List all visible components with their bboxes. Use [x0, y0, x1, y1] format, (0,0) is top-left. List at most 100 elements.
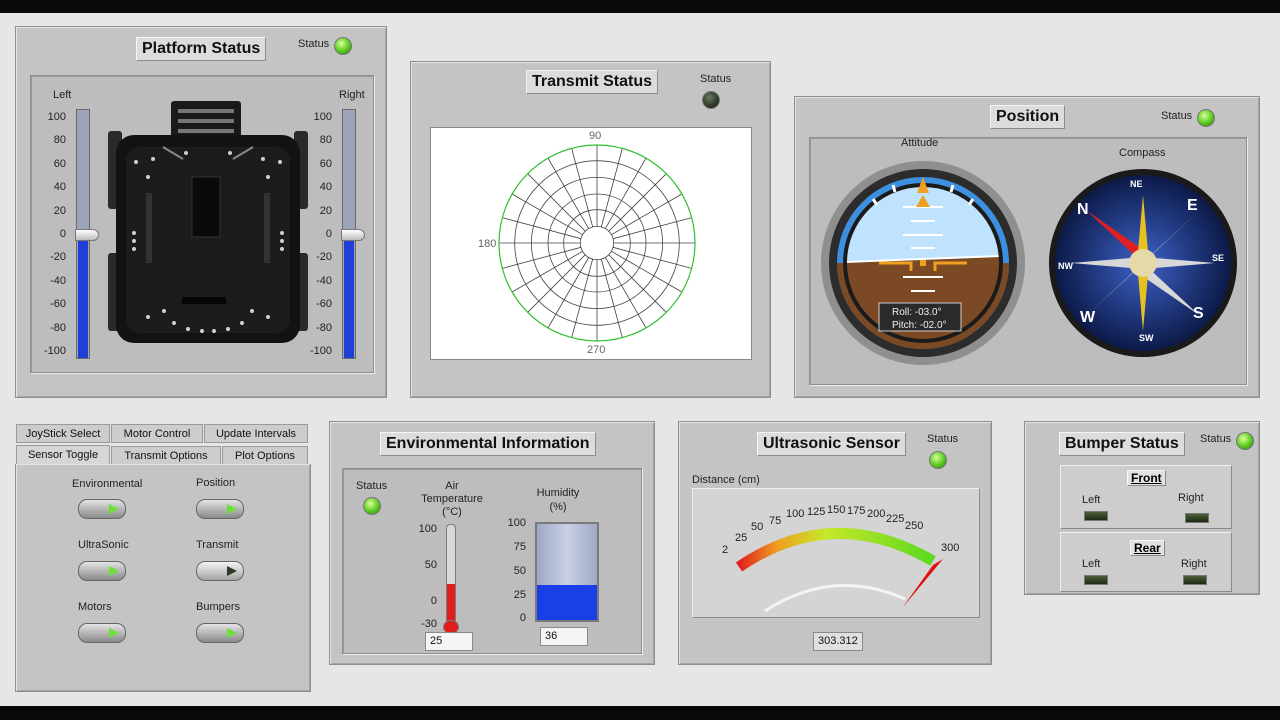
left-tick: 20 — [53, 205, 66, 217]
toggle-arrow-icon — [109, 628, 119, 638]
environmental-status-label: Status — [356, 480, 388, 492]
rear-bumper-label: Rear — [1130, 540, 1165, 556]
gauge-tick: 100 — [786, 508, 805, 520]
polar-spoke — [571, 258, 594, 338]
compass-se: SE — [1212, 253, 1225, 263]
toggle-label-transmit: Transmit — [196, 539, 239, 551]
transmit-status-title: Transmit Status — [526, 70, 659, 94]
ultrasonic-toggle[interactable] — [78, 561, 126, 581]
temp-tick: -30 — [421, 618, 437, 630]
right-slider-fill — [344, 234, 354, 358]
humidity-tick: 0 — [519, 612, 526, 624]
polar-spoke — [600, 258, 623, 338]
tab-motor-control[interactable]: Motor Control — [111, 424, 203, 443]
compass-w: W — [1080, 309, 1096, 326]
left-tick: 0 — [59, 228, 66, 240]
temperature-value[interactable]: 25 — [425, 632, 473, 651]
platform-status-panel: Platform Status Status Left Right 100 80… — [15, 26, 387, 398]
left-motor-slider[interactable] — [75, 109, 99, 359]
humidity-tick: 100 — [507, 517, 526, 529]
toggle-label-environmental: Environmental — [72, 478, 143, 490]
tab-joystick-select[interactable]: JoyStick Select — [16, 424, 110, 443]
left-tick: -40 — [50, 275, 66, 287]
left-tick: -20 — [50, 251, 66, 263]
bumper-status-label: Status — [1200, 433, 1232, 445]
bumper-status-led — [1236, 432, 1254, 450]
tab-update-intervals[interactable]: Update Intervals — [204, 424, 308, 443]
gauge-tick: 75 — [769, 515, 782, 527]
motors-toggle[interactable] — [78, 623, 126, 643]
humidity-tick: 50 — [513, 565, 526, 577]
toggle-arrow-icon — [227, 566, 237, 576]
pitch-readout: Pitch: -02.0° — [892, 320, 947, 331]
platform-status-title: Platform Status — [136, 37, 267, 61]
polar-spoke — [571, 148, 594, 228]
transmit-toggle[interactable] — [196, 561, 244, 581]
compass-label: Compass — [1119, 147, 1166, 159]
temp-tick: 50 — [424, 559, 437, 571]
front-bumper-label: Front — [1127, 470, 1166, 486]
front-left-label: Left — [1082, 494, 1101, 506]
tab-plot-options[interactable]: Plot Options — [222, 446, 308, 465]
left-tick: -100 — [43, 345, 66, 357]
attitude-label: Attitude — [901, 137, 939, 149]
ultrasonic-title: Ultrasonic Sensor — [757, 432, 906, 456]
humidity-label: Humidity (%) — [536, 487, 580, 513]
environmental-toggle[interactable] — [78, 499, 126, 519]
left-slider-knob[interactable] — [75, 229, 99, 241]
right-motor-slider[interactable] — [341, 109, 365, 359]
front-left-led — [1084, 511, 1108, 521]
distance-label: Distance (cm) — [692, 474, 760, 486]
tab-sensor-toggle[interactable]: Sensor Toggle — [16, 445, 110, 464]
thermometer — [446, 524, 456, 628]
position-status-label: Status — [1161, 110, 1193, 122]
polar-plot: 90 180 270 — [430, 127, 752, 360]
compass-sw: SW — [1139, 333, 1154, 343]
humidity-tank-fill — [537, 585, 597, 620]
platform-status-label: Status — [298, 38, 330, 50]
toggle-label-position: Position — [196, 477, 236, 489]
front-right-led — [1185, 513, 1209, 523]
toggle-label-bumpers: Bumpers — [196, 601, 241, 613]
temp-tick: 100 — [418, 523, 437, 535]
distance-value[interactable]: 303.312 — [813, 632, 863, 651]
roll-readout: Roll: -03.0° — [892, 307, 942, 318]
position-toggle[interactable] — [196, 499, 244, 519]
tab-transmit-options[interactable]: Transmit Options — [111, 446, 221, 465]
humidity-tick: 25 — [513, 589, 526, 601]
toggle-arrow-icon — [109, 566, 119, 576]
environmental-status-led — [363, 497, 381, 515]
rear-right-led — [1183, 575, 1207, 585]
polar-spoke — [502, 246, 582, 269]
left-tick: -60 — [50, 298, 66, 310]
polar-spoke — [612, 246, 692, 269]
position-panel: Position Status Attitude Compass Roll: -… — [794, 96, 1260, 398]
right-slider-knob[interactable] — [341, 229, 365, 241]
polar-ring — [579, 225, 615, 261]
ultrasonic-status-led — [929, 451, 947, 469]
bumper-status-panel: Bumper Status Status Front Left Right Re… — [1024, 421, 1260, 595]
left-tick: 60 — [53, 158, 66, 170]
rear-left-led — [1084, 575, 1108, 585]
compass-s: S — [1193, 305, 1204, 322]
transmit-status-label: Status — [700, 73, 732, 85]
humidity-value[interactable]: 36 — [540, 627, 588, 646]
polar-spoke — [608, 173, 667, 232]
bottom-black-bar — [0, 706, 1280, 720]
right-slider-label: Right — [339, 89, 365, 101]
gauge-tick: 125 — [807, 506, 826, 518]
polar-spoke — [527, 254, 586, 313]
toggle-arrow-icon — [109, 504, 119, 514]
humidity-tick: 75 — [513, 541, 526, 553]
gauge-tick: 250 — [905, 520, 924, 532]
temp-tick: 0 — [430, 595, 437, 607]
bumper-status-title: Bumper Status — [1059, 432, 1185, 456]
compass-ne: NE — [1130, 179, 1143, 189]
sensor-toggle-page: Environmental Position UltraSonic Transm… — [15, 464, 311, 692]
transmit-status-panel: Transmit Status Status 90 180 270 — [410, 61, 771, 398]
toggle-arrow-icon — [227, 504, 237, 514]
bumpers-toggle[interactable] — [196, 623, 244, 643]
top-black-bar — [0, 0, 1280, 13]
toggle-arrow-icon — [227, 628, 237, 638]
gauge-tick: 200 — [867, 508, 886, 520]
